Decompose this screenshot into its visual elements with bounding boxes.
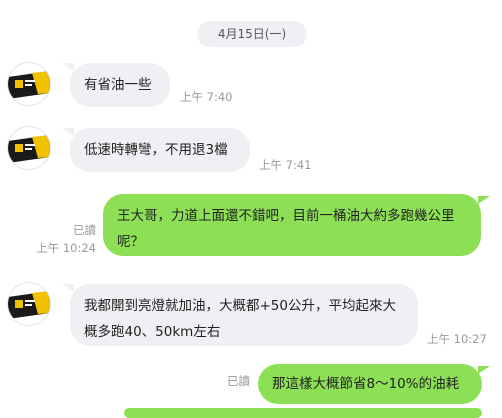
message-bubble-incoming[interactable]: 我都開到亮燈就加油，大概都+50公升，平均起來大概多跑40、50km左右 xyxy=(70,284,418,346)
company-logo-icon xyxy=(8,63,50,105)
sender-avatar[interactable] xyxy=(8,63,50,105)
read-receipt: 已讀 xyxy=(227,374,250,388)
bubble-tail xyxy=(478,196,490,204)
sender-avatar[interactable] xyxy=(8,127,50,169)
message-bubble-outgoing[interactable] xyxy=(124,408,482,418)
message-bubble-incoming[interactable]: 有省油一些 xyxy=(70,63,170,107)
message-time: 上午 7:41 xyxy=(259,158,312,172)
bubble-tail xyxy=(478,366,490,374)
message-bubble-outgoing[interactable]: 王大哥，力道上面還不錯吧，目前一桶油大約多跑幾公里呢？ xyxy=(103,194,481,256)
message-time: 上午 7:40 xyxy=(180,90,233,104)
company-logo-icon xyxy=(8,127,50,169)
message-bubble-incoming[interactable]: 低速時轉彎，不用退3檔 xyxy=(70,128,250,172)
bubble-tail xyxy=(62,284,74,292)
message-bubble-outgoing[interactable]: 那這樣大概節省8～10%的油耗 xyxy=(258,364,482,404)
message-time: 上午 10:27 xyxy=(427,332,487,346)
sender-avatar[interactable] xyxy=(8,283,50,325)
bubble-tail xyxy=(62,128,74,136)
bubble-tail xyxy=(62,63,74,71)
read-receipt: 已讀 xyxy=(73,223,96,237)
date-divider: 4月15日(一) xyxy=(197,21,307,47)
company-logo-icon xyxy=(8,283,50,325)
message-time: 上午 10:24 xyxy=(36,241,96,255)
